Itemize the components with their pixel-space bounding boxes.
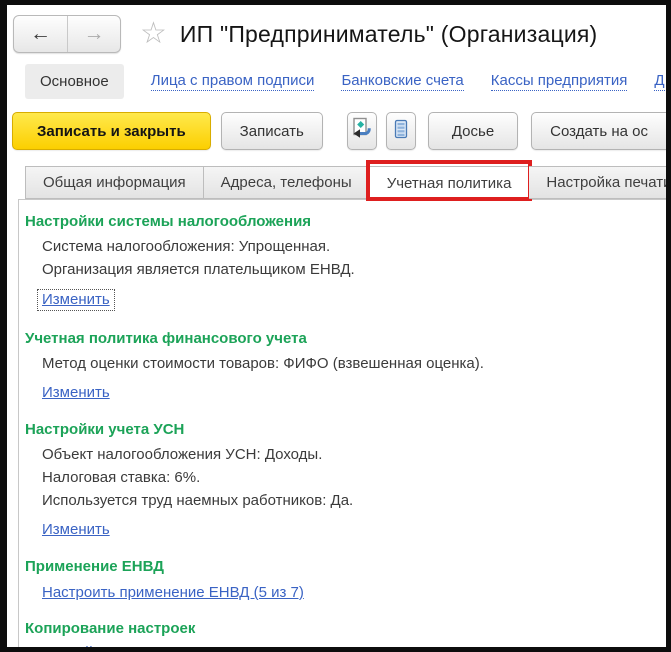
info-line: Система налогообложения: Упрощенная.: [42, 238, 331, 255]
copy-links-row: Из другой организации В другие организац…: [25, 644, 666, 647]
favorite-star-icon[interactable]: ☆: [140, 19, 167, 49]
section-financial-accounting-policy: Учетная политика финансового учета Метод…: [19, 330, 666, 406]
nav-link-signatories[interactable]: Лица с правом подписи: [150, 72, 315, 91]
tab-accounting-policy[interactable]: Учетная политика: [365, 160, 533, 201]
forward-arrow-icon: →: [83, 22, 105, 45]
info-line: Объект налогообложения УСН: Доходы.: [42, 446, 323, 463]
section-copy-settings: Копирование настроек Из другой организац…: [19, 620, 666, 647]
nav-link-bank-accounts[interactable]: Банковские счета: [341, 72, 464, 91]
section-usn-settings: Настройки учета УСН Объект налогообложен…: [19, 421, 666, 543]
page-title: ИП "Предприниматель" (Организация): [179, 20, 598, 47]
change-financial-policy-link[interactable]: Изменить: [42, 384, 110, 401]
back-button[interactable]: ←: [14, 16, 67, 52]
forward-button[interactable]: →: [67, 16, 120, 52]
configure-envd-link[interactable]: Настроить применение ЕНВД (5 из 7): [42, 584, 304, 601]
tab-strip: Общая информация Адреса, телефоны Учетна…: [25, 160, 666, 201]
section-tax-system: Настройки системы налогообложения Систем…: [19, 213, 666, 315]
dossier-button[interactable]: Досье: [427, 112, 519, 150]
create-based-on-button[interactable]: Создать на ос: [531, 112, 666, 150]
section-heading: Настройки учета УСН: [25, 421, 185, 438]
command-bar: Записать и закрыть Записать Досье Создат…: [12, 109, 666, 153]
post-document-button[interactable]: [346, 112, 377, 150]
history-nav-group: ← →: [13, 15, 121, 53]
info-line: Организация является плательщиком ЕНВД.: [42, 261, 355, 278]
info-line: Налоговая ставка: 6%.: [42, 469, 201, 486]
tab-print-settings[interactable]: Настройка печати: [529, 166, 666, 199]
save-and-close-button[interactable]: Записать и закрыть: [12, 112, 211, 150]
titlebar: ← → ☆ ИП "Предприниматель" (Организация): [7, 5, 666, 55]
organization-form-window: ← → ☆ ИП "Предприниматель" (Организация)…: [0, 0, 671, 652]
section-heading: Настройки системы налогообложения: [25, 213, 312, 230]
copy-to-organizations-link[interactable]: В другие организации: [212, 644, 364, 647]
nav-link-clipped[interactable]: Д: [654, 72, 665, 91]
change-tax-system-link[interactable]: Изменить: [37, 289, 115, 311]
section-heading: Учетная политика финансового учета: [25, 330, 307, 347]
list-icon: [389, 117, 413, 145]
tab-general-info[interactable]: Общая информация: [25, 166, 204, 199]
accounting-policy-panel: Настройки системы налогообложения Систем…: [18, 199, 666, 647]
section-heading: Копирование настроек: [25, 620, 196, 637]
back-arrow-icon: ←: [30, 22, 51, 45]
info-line: Используется труд наемных работников: Да…: [42, 492, 354, 509]
related-links-bar: Основное Лица с правом подписи Банковски…: [25, 60, 666, 102]
save-button[interactable]: Записать: [220, 112, 323, 150]
section-envd: Применение ЕНВД Настроить применение ЕНВ…: [19, 558, 666, 605]
nav-link-cash-desks[interactable]: Кассы предприятия: [490, 72, 628, 91]
nav-item-main[interactable]: Основное: [25, 63, 124, 99]
post-document-icon: [349, 116, 375, 146]
info-line: Метод оценки стоимости товаров: ФИФО (вз…: [42, 355, 484, 372]
section-heading: Применение ЕНВД: [25, 558, 164, 575]
change-usn-settings-link[interactable]: Изменить: [42, 521, 110, 538]
list-button[interactable]: [385, 112, 416, 150]
copy-from-organization-link[interactable]: Из другой организации: [25, 644, 185, 647]
tab-addresses-phones[interactable]: Адреса, телефоны: [203, 166, 370, 199]
